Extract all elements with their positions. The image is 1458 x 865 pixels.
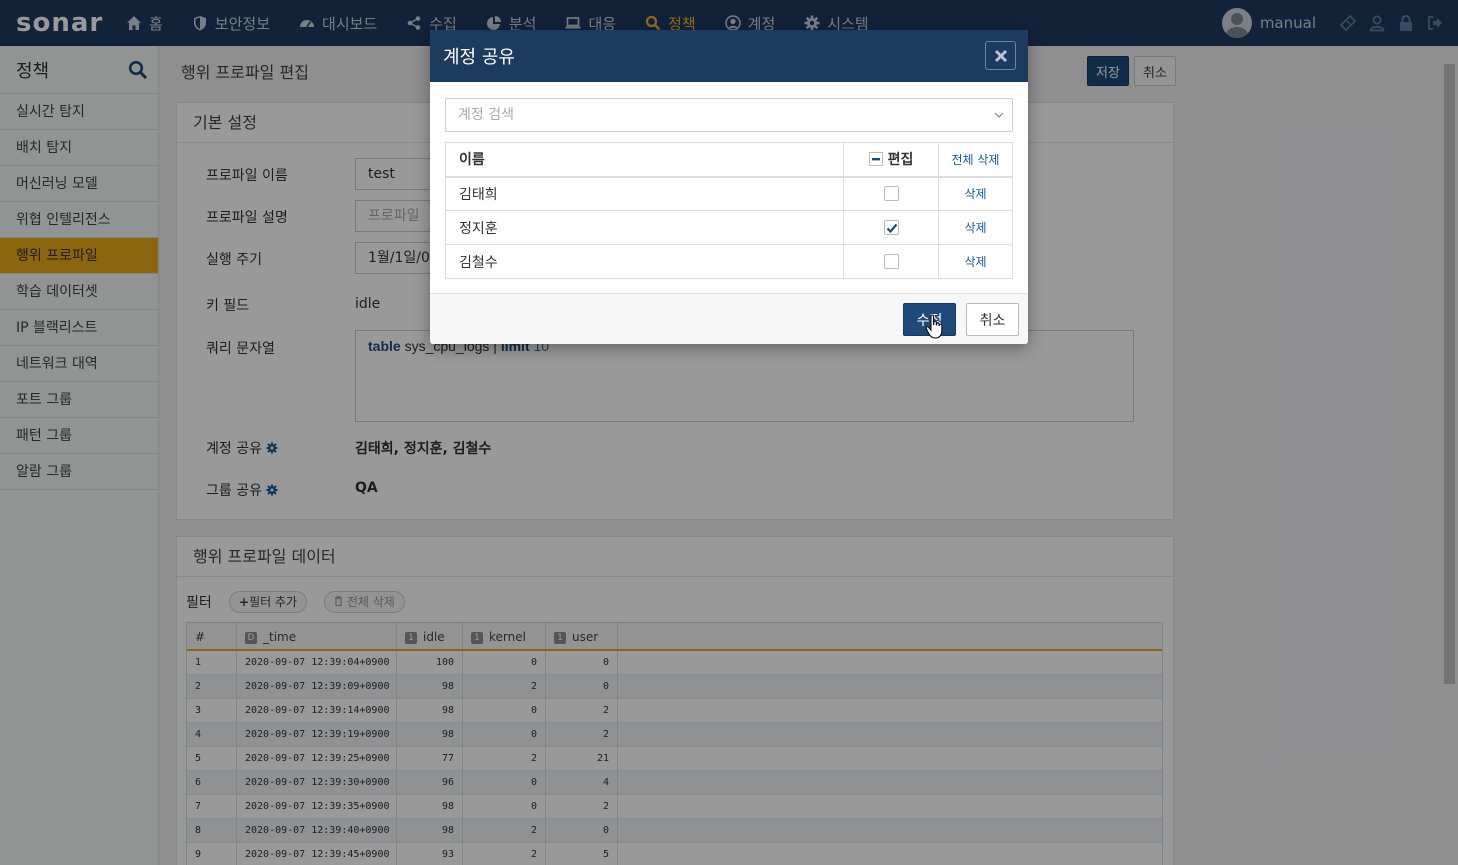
edit-checkbox[interactable] — [883, 220, 899, 235]
delete-all-link[interactable]: 전체 삭제 — [938, 142, 1013, 178]
delete-link[interactable]: 삭제 — [964, 221, 986, 235]
account-search-select[interactable]: 계정 검색 — [445, 98, 1013, 132]
dialog-title: 계정 공유 — [443, 47, 515, 68]
table-row: 정지훈 삭제 — [445, 210, 1013, 245]
account-name: 김태희 — [445, 176, 844, 211]
edit-checkbox-cell — [843, 244, 939, 279]
check-icon — [886, 223, 897, 234]
hand-cursor-icon — [925, 314, 943, 339]
account-name: 정지훈 — [445, 210, 844, 245]
delete-cell: 삭제 — [938, 244, 1013, 279]
dialog-header: 계정 공유 — [430, 30, 1028, 82]
table-row: 김태희 삭제 — [445, 176, 1013, 211]
edit-checkbox[interactable] — [883, 254, 899, 269]
close-button[interactable] — [985, 41, 1016, 70]
delete-all-label[interactable]: 전체 삭제 — [952, 153, 1000, 167]
edit-checkbox-cell — [843, 176, 939, 211]
col-edit-label: 편집 — [887, 152, 914, 169]
dialog-body: 계정 검색 이름 편집 전체 삭제 김태희 삭제 정지훈 삭제 김철수 삭제 — [430, 82, 1028, 293]
account-search-placeholder: 계정 검색 — [458, 107, 514, 123]
account-name: 김철수 — [445, 244, 844, 279]
close-icon — [994, 49, 1007, 62]
chevron-down-icon — [994, 112, 1004, 118]
account-share-dialog: 계정 공유 계정 검색 이름 편집 전체 삭제 김태희 삭제 정지훈 삭제 김철… — [430, 30, 1028, 344]
delete-cell: 삭제 — [938, 176, 1013, 211]
edit-checkbox-cell — [843, 210, 939, 245]
table-header-row: 이름 편집 전체 삭제 — [445, 142, 1013, 178]
shared-accounts-table: 이름 편집 전체 삭제 김태희 삭제 정지훈 삭제 김철수 삭제 — [445, 142, 1013, 279]
delete-cell: 삭제 — [938, 210, 1013, 245]
delete-link[interactable]: 삭제 — [964, 255, 986, 269]
table-row: 김철수 삭제 — [445, 244, 1013, 279]
col-name-header: 이름 — [445, 142, 844, 178]
dialog-cancel-button[interactable]: 취소 — [966, 303, 1019, 336]
col-edit-header[interactable]: 편집 — [843, 142, 939, 178]
edit-checkbox[interactable] — [883, 186, 899, 202]
minus-checkbox-icon[interactable] — [868, 152, 883, 167]
delete-link[interactable]: 삭제 — [964, 187, 986, 201]
